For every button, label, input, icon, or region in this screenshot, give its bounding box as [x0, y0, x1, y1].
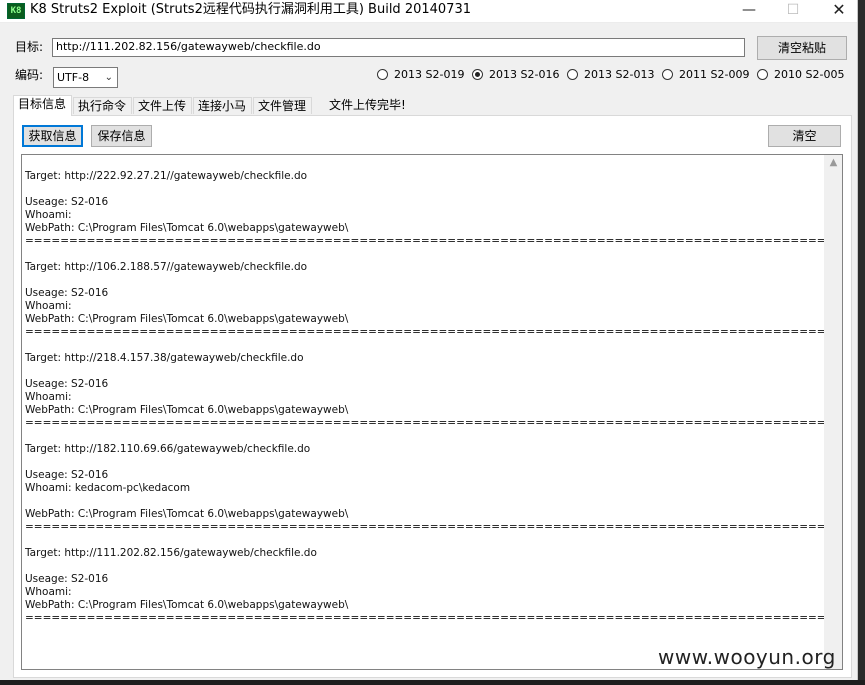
- output-textarea[interactable]: Target: http://222.92.27.21//gatewayweb/…: [21, 154, 843, 670]
- radio-dot-icon: [662, 69, 673, 80]
- app-window: K8 K8 Struts2 Exploit (Struts2远程代码执行漏洞利用…: [0, 0, 858, 680]
- encoding-selected-value: UTF-8: [57, 71, 90, 84]
- target-label: 目标:: [15, 40, 44, 54]
- tab-file-manager[interactable]: 文件管理: [253, 97, 312, 114]
- clear-button[interactable]: 清空: [768, 125, 841, 147]
- tab-connect-shell[interactable]: 连接小马: [193, 97, 252, 114]
- radio-label: 2013 S2-016: [489, 68, 560, 81]
- radio-label: 2013 S2-019: [394, 68, 465, 81]
- minimize-button[interactable]: —: [726, 0, 772, 22]
- watermark: www.wooyun.org: [658, 645, 836, 669]
- title-bar[interactable]: K8 K8 Struts2 Exploit (Struts2远程代码执行漏洞利用…: [0, 0, 857, 23]
- radio-dot-icon: [472, 69, 483, 80]
- output-text: Target: http://222.92.27.21//gatewayweb/…: [25, 170, 842, 624]
- radio-dot-icon: [757, 69, 768, 80]
- radio-label: 2011 S2-009: [679, 68, 750, 81]
- radio-label: 2013 S2-013: [584, 68, 655, 81]
- radio-s2-019[interactable]: 2013 S2-019: [377, 67, 464, 85]
- window-title: K8 Struts2 Exploit (Struts2远程代码执行漏洞利用工具)…: [30, 2, 471, 17]
- radio-s2-005[interactable]: 2010 S2-005: [757, 67, 844, 85]
- radio-dot-icon: [567, 69, 578, 80]
- tab-file-upload[interactable]: 文件上传: [133, 97, 192, 114]
- target-url-input[interactable]: http://111.202.82.156/gatewayweb/checkfi…: [52, 38, 745, 57]
- scroll-up-arrow-icon[interactable]: ▲: [825, 157, 842, 168]
- encoding-select[interactable]: UTF-8 ⌄: [53, 67, 118, 88]
- radio-s2-013[interactable]: 2013 S2-013: [567, 67, 654, 85]
- tab-execute-command[interactable]: 执行命令: [73, 97, 132, 114]
- radio-s2-009[interactable]: 2011 S2-009: [662, 67, 749, 85]
- radio-s2-016[interactable]: 2013 S2-016: [472, 67, 559, 85]
- status-message: 文件上传完毕!: [329, 98, 406, 112]
- clear-paste-button[interactable]: 清空粘贴: [757, 36, 847, 60]
- radio-label: 2010 S2-005: [774, 68, 845, 81]
- encoding-label: 编码:: [15, 68, 44, 82]
- save-info-button[interactable]: 保存信息: [91, 125, 152, 147]
- close-button[interactable]: ✕: [816, 0, 862, 22]
- get-info-button[interactable]: 获取信息: [22, 125, 83, 147]
- chevron-down-icon: ⌄: [104, 72, 113, 83]
- app-icon: K8: [7, 3, 25, 19]
- tab-target-info[interactable]: 目标信息: [13, 95, 72, 116]
- taskbar-edge: [0, 680, 865, 685]
- vertical-scrollbar[interactable]: ▲: [824, 155, 842, 669]
- maximize-button[interactable]: ☐: [770, 0, 816, 22]
- radio-dot-icon: [377, 69, 388, 80]
